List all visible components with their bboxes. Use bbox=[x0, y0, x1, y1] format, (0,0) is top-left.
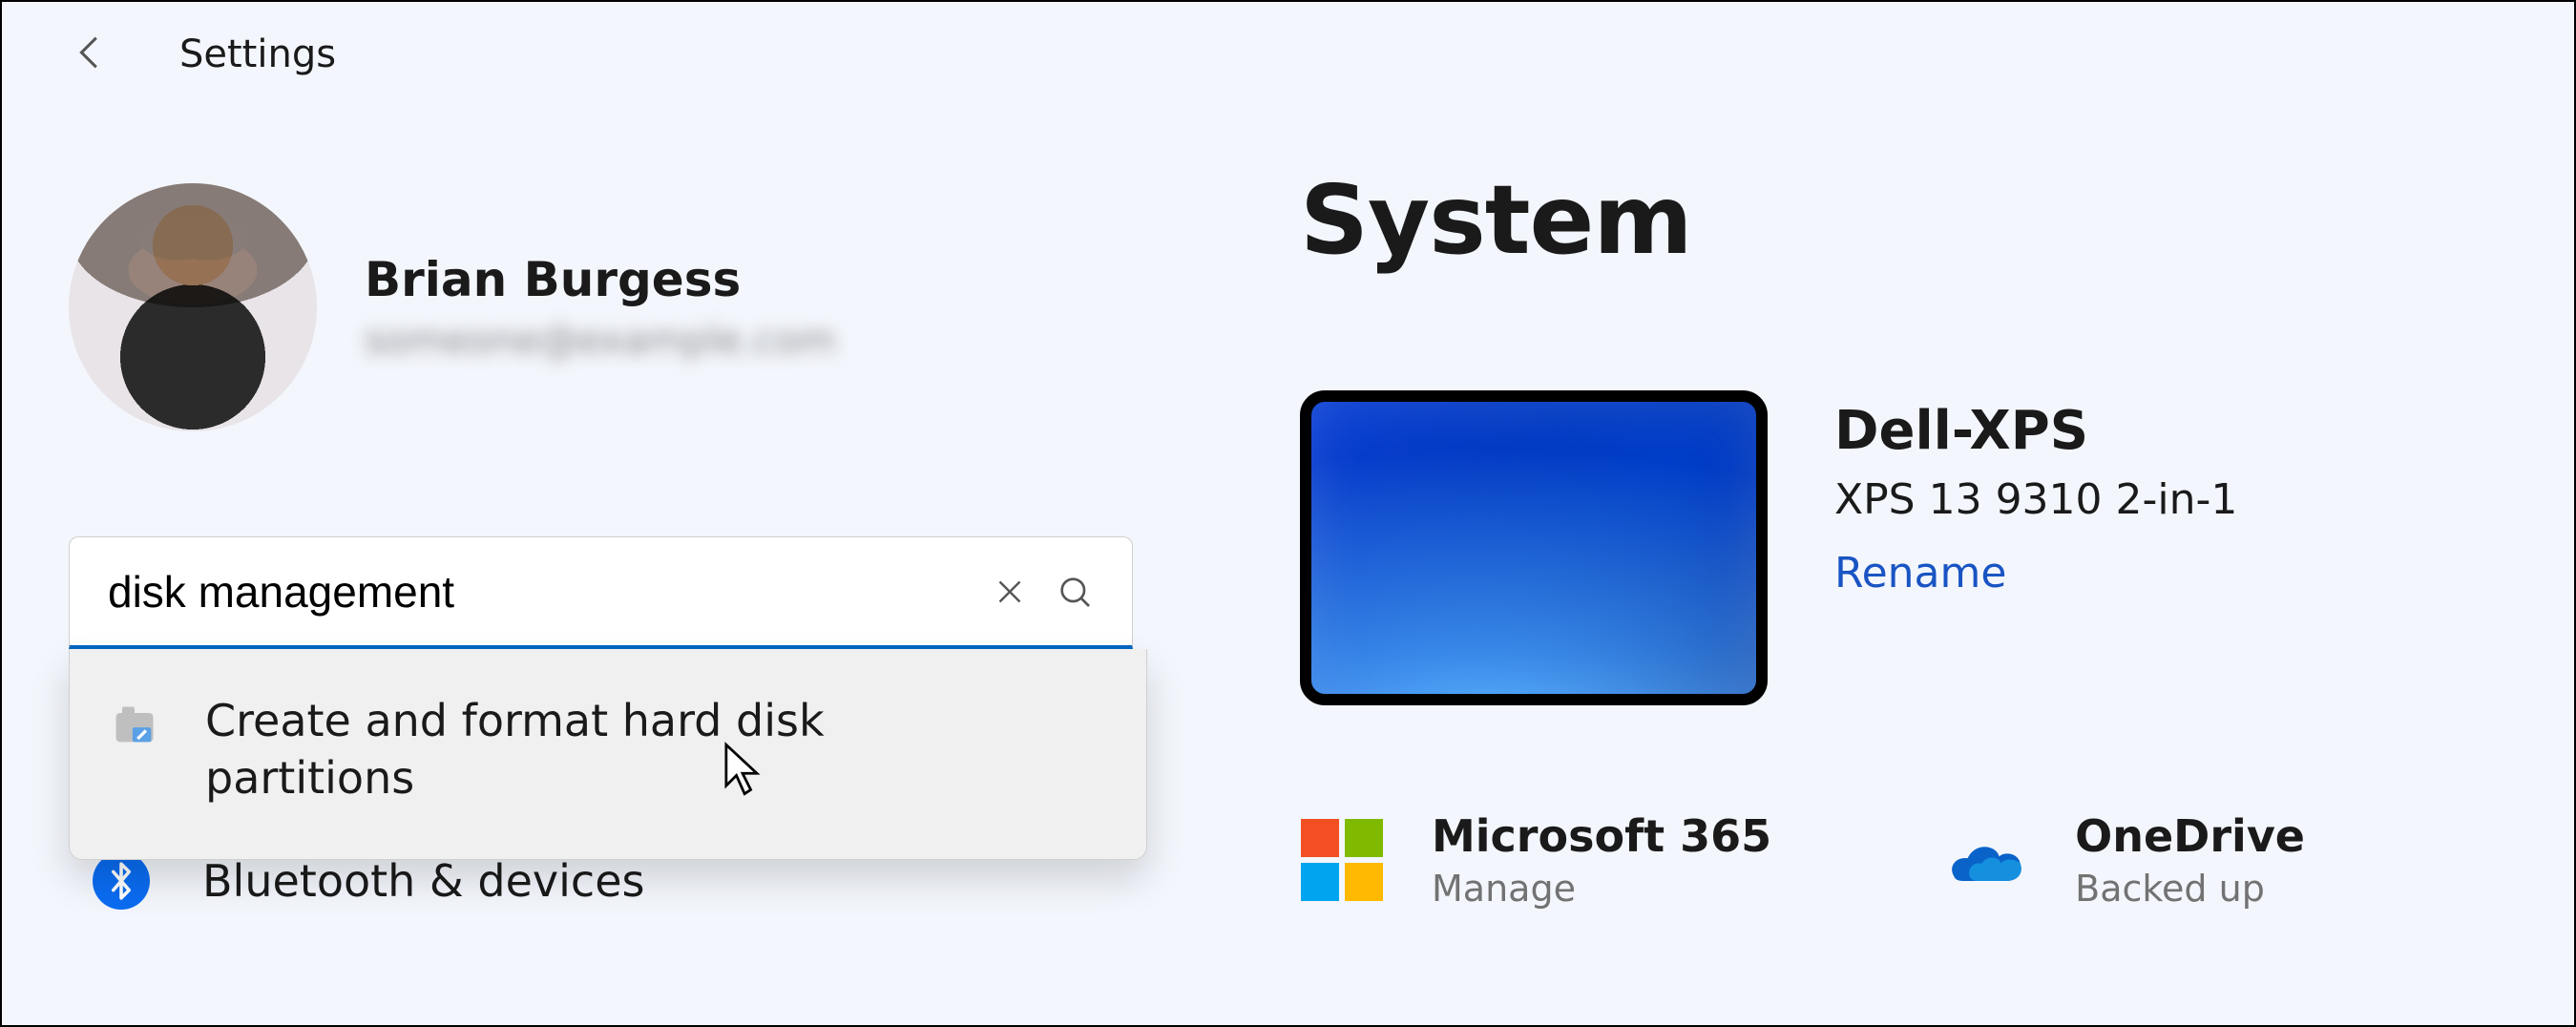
sidebar-item-label: Bluetooth & devices bbox=[202, 855, 644, 907]
microsoft-logo-icon bbox=[1300, 818, 1384, 902]
device-thumbnail bbox=[1300, 390, 1768, 705]
window-title: Settings bbox=[179, 32, 336, 76]
tile-subtitle: Manage bbox=[1432, 868, 1771, 910]
search-input[interactable] bbox=[108, 566, 964, 618]
back-icon[interactable] bbox=[69, 31, 113, 78]
search-suggestion-label: Create and format hard disk partitions bbox=[205, 693, 1007, 807]
bluetooth-icon bbox=[93, 852, 150, 910]
tile-title: Microsoft 365 bbox=[1432, 810, 1771, 862]
onedrive-icon bbox=[1943, 818, 2027, 902]
device-name: Dell-XPS bbox=[1834, 400, 2237, 462]
tile-title: OneDrive bbox=[2075, 810, 2305, 862]
rename-link[interactable]: Rename bbox=[1834, 549, 2237, 597]
device-card[interactable]: Dell-XPS XPS 13 9310 2-in-1 Rename bbox=[1300, 390, 2574, 705]
user-email: someone@example.com bbox=[365, 319, 836, 363]
tile-onedrive[interactable]: OneDrive Backed up bbox=[1943, 810, 2305, 910]
search-suggestion-popup: Create and format hard disk partitions bbox=[69, 649, 1147, 860]
device-model: XPS 13 9310 2-in-1 bbox=[1834, 475, 2237, 524]
search-box[interactable] bbox=[69, 536, 1133, 649]
close-icon[interactable] bbox=[993, 575, 1027, 609]
tile-subtitle: Backed up bbox=[2075, 868, 2305, 910]
page-title: System bbox=[1300, 164, 2574, 276]
search-icon[interactable] bbox=[1056, 573, 1094, 611]
tile-microsoft-365[interactable]: Microsoft 365 Manage bbox=[1300, 810, 1771, 910]
search-suggestion-item[interactable]: Create and format hard disk partitions bbox=[98, 683, 1118, 817]
avatar bbox=[69, 183, 317, 431]
user-name: Brian Burgess bbox=[365, 252, 836, 307]
settings-gear-icon bbox=[108, 699, 161, 752]
user-profile[interactable]: Brian Burgess someone@example.com bbox=[54, 183, 1214, 431]
